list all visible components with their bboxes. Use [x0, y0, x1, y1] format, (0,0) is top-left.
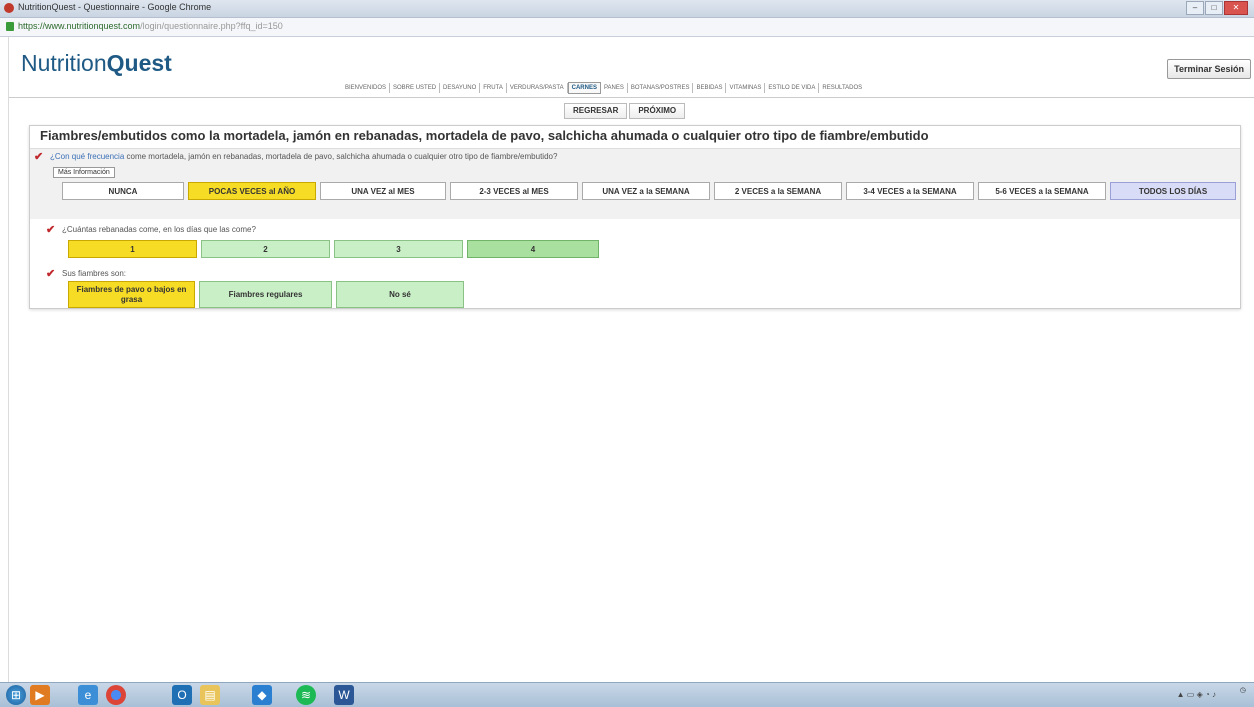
frequency-option-pocas-veces-al-ano[interactable]: POCAS VECES al AÑO	[188, 182, 316, 200]
type-option-pavo-bajos-grasa[interactable]: Fiambres de pavo o bajos en grasa	[68, 281, 195, 308]
frequency-question-rest: come mortadela, jamón en rebanadas, mort…	[124, 152, 558, 161]
nav-item-bienvenidos[interactable]: BIENVENIDOS	[342, 83, 391, 93]
url-text[interactable]: https://www.nutritionquest.com/login/que…	[18, 21, 283, 31]
header-divider	[9, 97, 1254, 98]
start-orb-icon[interactable]: ⊞	[6, 685, 26, 705]
nav-item-desayuno[interactable]: DESAYUNO	[440, 83, 481, 93]
browser-titlebar: NutritionQuest - Questionnaire - Google …	[0, 0, 1254, 18]
maximize-button[interactable]: □	[1205, 1, 1223, 15]
spotify-icon[interactable]: ≋	[296, 685, 316, 705]
page-content: NutritionQuest Terminar Sesión BIENVENID…	[8, 37, 1254, 682]
nav-item-bebidas[interactable]: BEBIDAS	[693, 83, 727, 93]
checkmark-icon: ✔	[34, 151, 44, 163]
frequency-option-una-vez-a-la-semana[interactable]: UNA VEZ a la SEMANA	[582, 182, 710, 200]
quantity-option-1[interactable]: 1	[68, 240, 197, 258]
section-nav: BIENVENIDOS SOBRE USTED DESAYUNO FRUTA V…	[342, 82, 865, 94]
nav-item-fruta[interactable]: FRUTA	[480, 83, 507, 93]
frequency-question-link[interactable]: ¿Con qué frecuencia	[50, 152, 124, 161]
quantity-question-text: ¿Cuántas rebanadas come, en los días que…	[62, 225, 256, 234]
word-icon[interactable]: W	[334, 685, 354, 705]
checkmark-icon: ✔	[46, 268, 56, 280]
url-path: /login/questionnaire.php?ffq_id=150	[140, 21, 283, 31]
lock-icon	[6, 22, 14, 31]
nav-item-vitaminas[interactable]: VITAMINAS	[726, 83, 766, 93]
outlook-icon[interactable]: O	[172, 685, 192, 705]
close-button[interactable]: ✕	[1224, 1, 1248, 15]
quantity-option-2[interactable]: 2	[201, 240, 330, 258]
dropbox-icon[interactable]: ◆	[252, 685, 272, 705]
nav-item-verduras-pasta[interactable]: VERDURAS/PASTA	[507, 83, 568, 93]
frequency-option-nunca[interactable]: NUNCA	[62, 182, 184, 200]
quantity-option-3[interactable]: 3	[334, 240, 463, 258]
more-info-button[interactable]: Más Información	[53, 167, 115, 178]
question-panel: Fiambres/embutidos como la mortadela, ja…	[29, 125, 1241, 309]
media-player-icon[interactable]: ▶	[30, 685, 50, 705]
type-option-regulares[interactable]: Fiambres regulares	[199, 281, 332, 308]
logo-bold: Quest	[106, 50, 172, 76]
pager: REGRESAR PRÓXIMO	[564, 103, 686, 119]
address-bar[interactable]: https://www.nutritionquest.com/login/que…	[0, 18, 1254, 37]
frequency-option-5-6-veces-a-la-semana[interactable]: 5-6 VECES a la SEMANA	[978, 182, 1106, 200]
window-title: NutritionQuest - Questionnaire - Google …	[18, 2, 212, 12]
minimize-button[interactable]: –	[1186, 1, 1204, 15]
window-controls: – □ ✕	[1186, 1, 1248, 15]
type-option-no-se[interactable]: No sé	[336, 281, 464, 308]
nav-item-panes[interactable]: PANES	[601, 83, 628, 93]
nav-item-resultados[interactable]: RESULTADOS	[819, 83, 865, 93]
url-domain: https://www.nutritionquest.com	[18, 21, 141, 31]
checkmark-icon: ✔	[46, 224, 56, 236]
file-explorer-icon[interactable]: ▤	[200, 685, 220, 705]
back-button[interactable]: REGRESAR	[564, 103, 628, 119]
favicon-icon	[4, 3, 14, 13]
system-clock-icon[interactable]: ◷	[1240, 686, 1246, 695]
type-question-text: Sus fiambres son:	[62, 269, 127, 278]
frequency-option-2-veces-a-la-semana[interactable]: 2 VECES a la SEMANA	[714, 182, 842, 200]
internet-explorer-icon[interactable]: e	[78, 685, 98, 705]
logout-button[interactable]: Terminar Sesión	[1167, 59, 1251, 79]
site-logo[interactable]: NutritionQuest	[21, 50, 172, 77]
logo-light: Nutrition	[21, 50, 107, 76]
nav-item-botanas-postres[interactable]: BOTANAS/POSTRES	[628, 83, 694, 93]
frequency-option-todos-los-dias[interactable]: TODOS LOS DÍAS	[1110, 182, 1236, 200]
frequency-question-text: ¿Con qué frecuencia come mortadela, jamó…	[50, 152, 557, 161]
system-tray-icons[interactable]: ▲ ▭ ◈ ◔ ♪	[1177, 690, 1216, 699]
quantity-option-4[interactable]: 4	[467, 240, 599, 258]
frequency-option-3-4-veces-a-la-semana[interactable]: 3-4 VECES a la SEMANA	[846, 182, 974, 200]
chrome-icon[interactable]	[106, 685, 126, 705]
windows-taskbar: ⊞ ▶ e O ▤ ◆ ≋ W ▲ ▭ ◈ ◔ ♪ ◷	[0, 682, 1254, 707]
nav-item-estilo-de-vida[interactable]: ESTILO DE VIDA	[765, 83, 820, 93]
food-item-title: Fiambres/embutidos como la mortadela, ja…	[40, 128, 929, 143]
nav-item-carnes[interactable]: CARNES	[567, 82, 601, 94]
frequency-option-una-vez-al-mes[interactable]: UNA VEZ al MES	[320, 182, 446, 200]
nav-item-sobre-usted[interactable]: SOBRE USTED	[390, 83, 441, 93]
frequency-option-2-3-veces-al-mes[interactable]: 2-3 VECES al MES	[450, 182, 578, 200]
next-button[interactable]: PRÓXIMO	[629, 103, 686, 119]
